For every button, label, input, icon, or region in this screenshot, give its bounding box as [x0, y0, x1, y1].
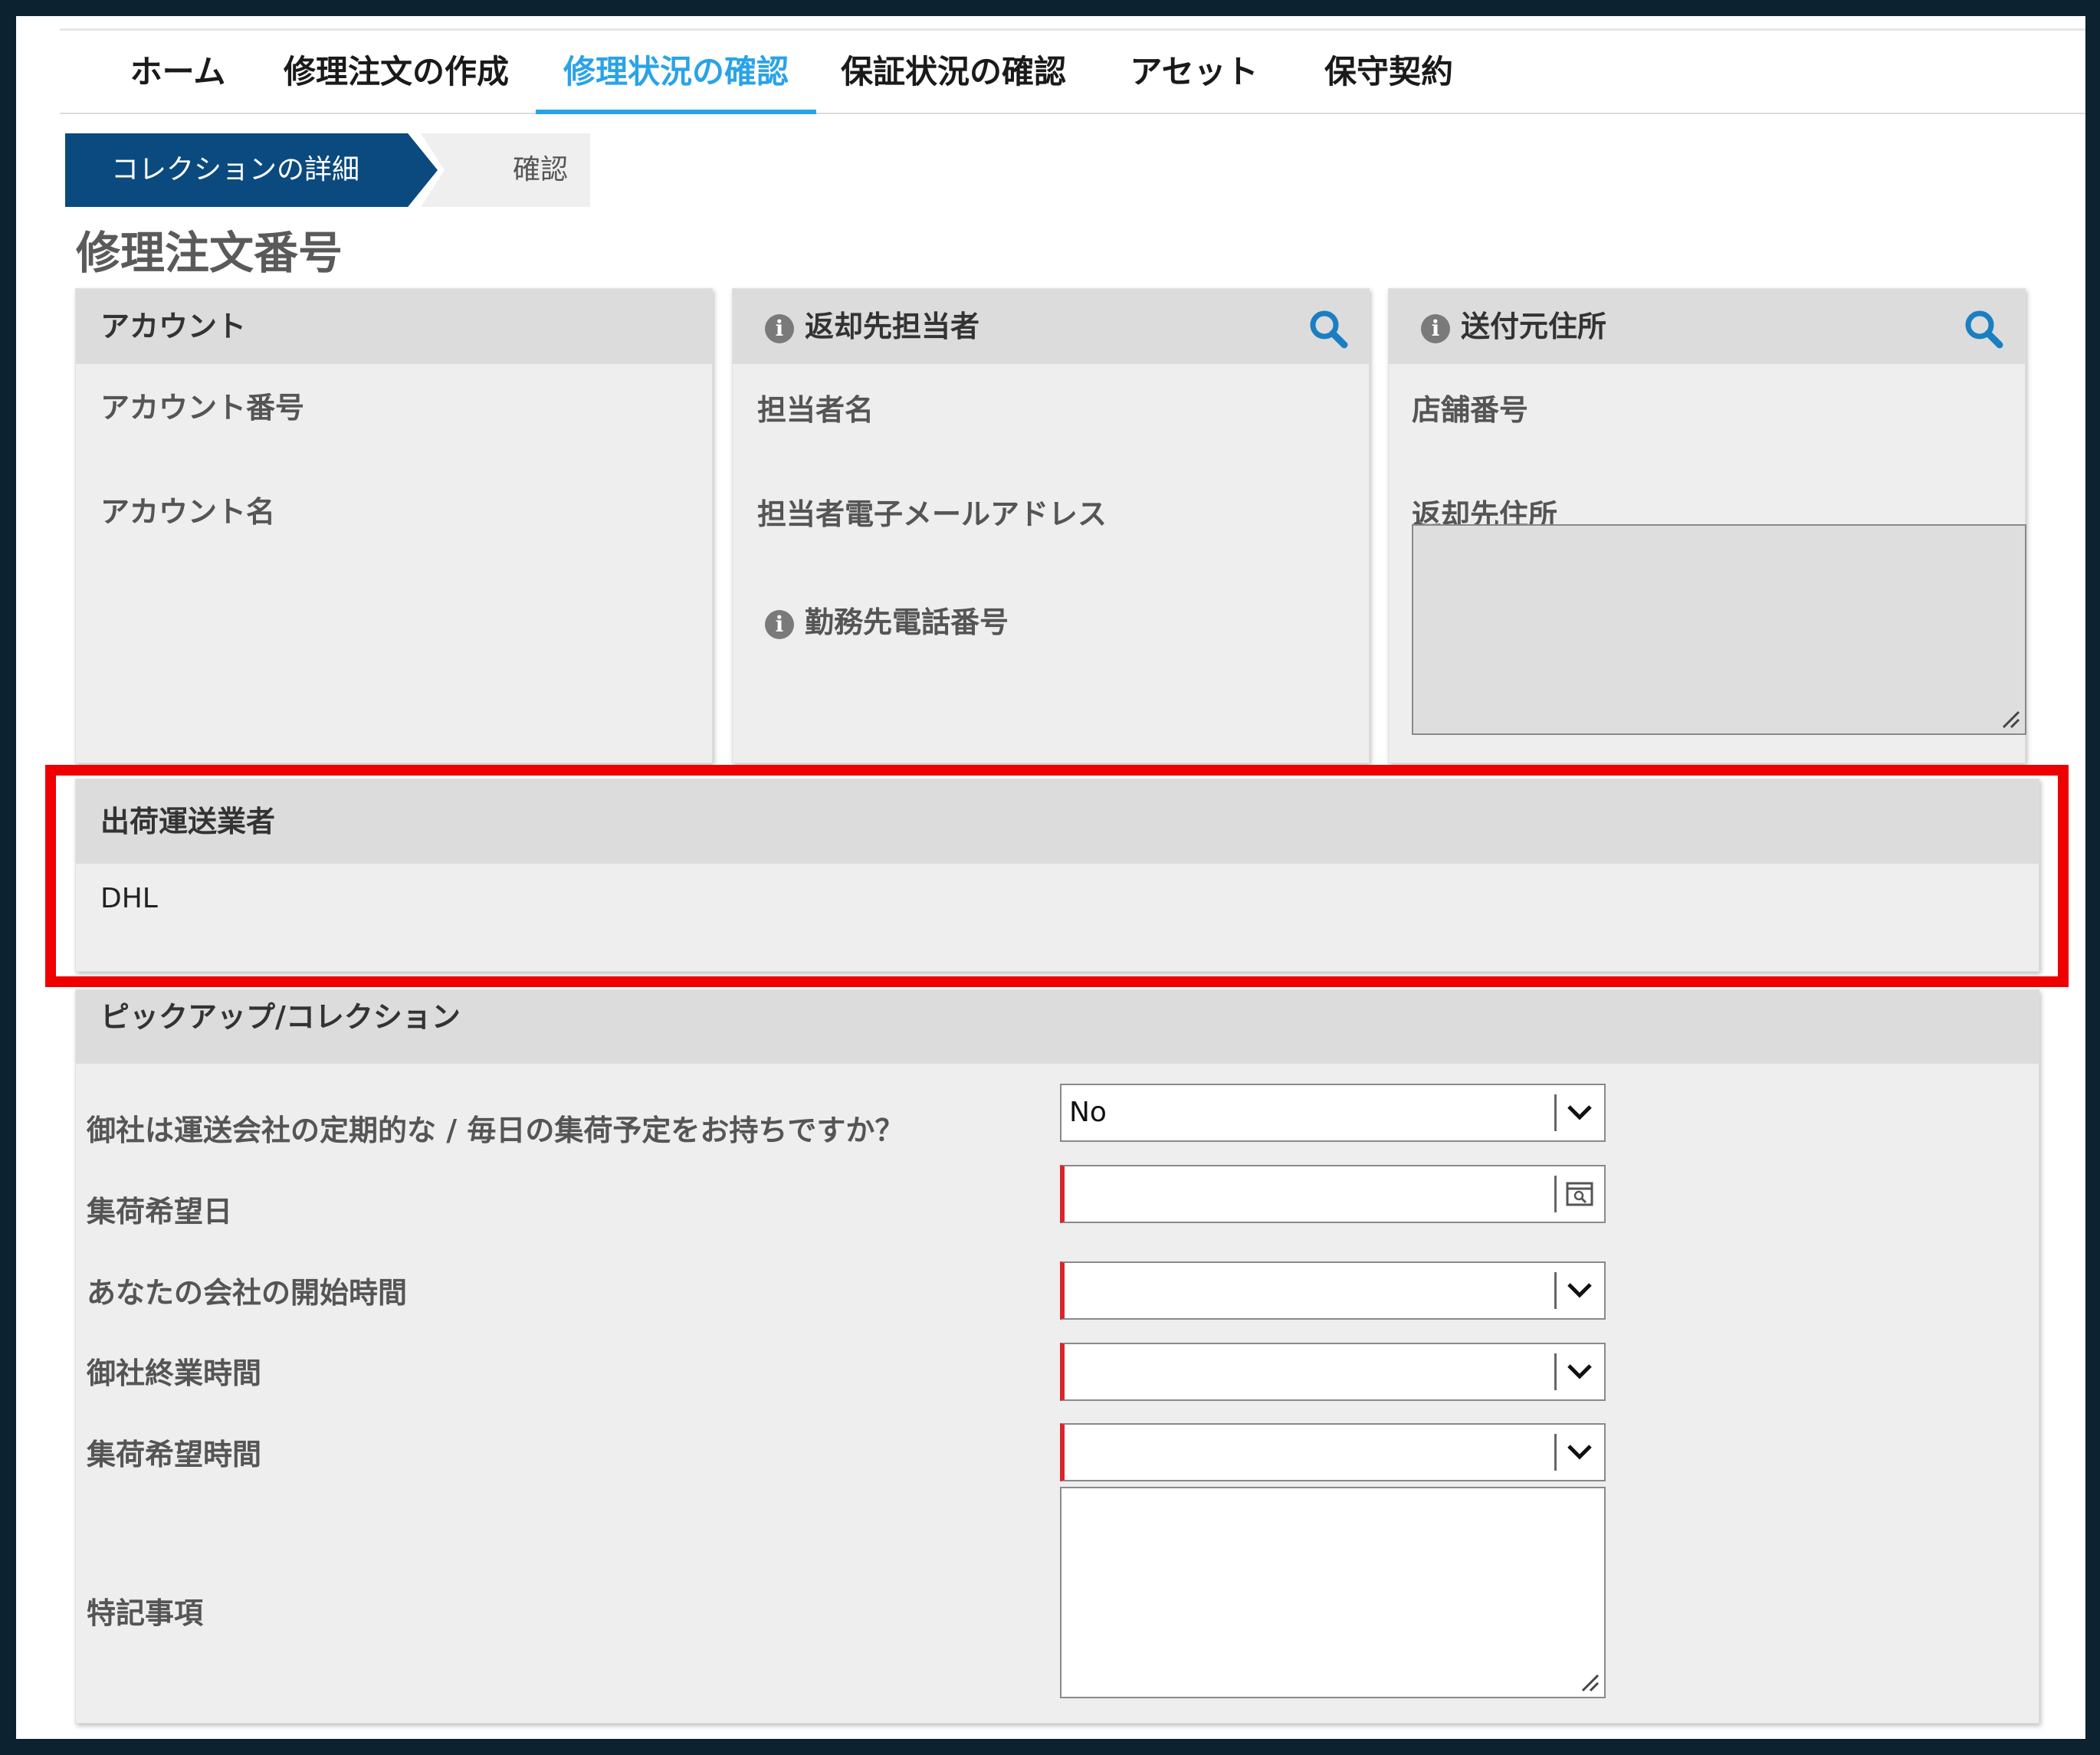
chevron-down-icon[interactable] — [1566, 1358, 1593, 1386]
highlight-box — [45, 765, 2069, 987]
pickup-date-label: 集荷希望日 — [87, 1195, 233, 1228]
main-nav: ホーム 修理注文の作成 修理状況の確認 保証状況の確認 アセット 保守契約 — [60, 31, 2085, 114]
chevron-down-icon[interactable] — [1566, 1277, 1593, 1304]
work-phone-label: i 勤務先電話番号 — [765, 599, 1009, 641]
close-time-select[interactable] — [1060, 1343, 1606, 1401]
select-separator — [1554, 1094, 1557, 1131]
account-card: アカウント アカウント番号 アカウント名 — [75, 288, 713, 763]
nav-warranty-status[interactable]: 保証状況の確認 — [823, 31, 1084, 114]
page-title: 修理注文番号 — [76, 227, 343, 279]
chevron-down-icon[interactable] — [1566, 1099, 1593, 1127]
nav-assets[interactable]: アセット — [1110, 31, 1278, 114]
search-icon[interactable] — [1962, 307, 2005, 350]
info-icon[interactable]: i — [765, 609, 794, 639]
scheduled-pickup-value: No — [1069, 1097, 1107, 1128]
nav-create-repair-order[interactable]: 修理注文の作成 — [262, 31, 530, 114]
contact-name-label: 担当者名 — [757, 393, 874, 427]
step-confirm: 確認 — [421, 133, 590, 207]
select-separator — [1554, 1353, 1557, 1390]
nav-maintenance-contract[interactable]: 保守契約 — [1297, 31, 1481, 114]
pickup-time-label: 集荷希望時間 — [87, 1438, 262, 1471]
step-collection-details: コレクションの詳細 — [65, 133, 438, 207]
account-number-label: アカウント番号 — [100, 391, 305, 425]
page: ホーム 修理注文の作成 修理状況の確認 保証状況の確認 アセット 保守契約 コレ… — [16, 16, 2085, 1739]
search-icon[interactable] — [1307, 307, 1350, 350]
return-contact-card-title: 返却先担当者 — [805, 310, 980, 343]
account-name-label: アカウント名 — [100, 495, 276, 529]
close-time-label: 御社終業時間 — [87, 1356, 262, 1390]
chevron-down-icon[interactable] — [1566, 1438, 1593, 1466]
return-address-textarea[interactable] — [1412, 524, 2026, 735]
info-icon[interactable]: i — [1421, 313, 1450, 343]
return-contact-card-header: i 返却先担当者 — [733, 289, 1369, 364]
pickup-card: ピックアップ/コレクション — [75, 989, 2039, 1724]
ship-from-card-header: i 送付元住所 — [1389, 289, 2025, 364]
pickup-card-title: ピックアップ/コレクション — [76, 990, 2039, 1064]
account-card-title: アカウント — [76, 289, 712, 364]
store-number-label: 店舗番号 — [1412, 393, 1529, 427]
notes-textarea[interactable] — [1060, 1487, 1606, 1698]
ship-from-card: i 送付元住所 店舗番号 返却先住所 — [1388, 288, 2026, 763]
scheduled-pickup-label: 御社は運送会社の定期的な / 毎日の集荷予定をお持ちですか？ — [87, 1114, 904, 1147]
info-icon[interactable]: i — [765, 313, 794, 343]
select-separator — [1554, 1434, 1557, 1471]
pickup-time-select[interactable] — [1060, 1423, 1606, 1481]
return-contact-card: i 返却先担当者 担当者名 担当者電子メールアドレス i 勤務先電話番号 — [732, 288, 1370, 763]
top-divider — [60, 28, 2085, 31]
pickup-date-input[interactable] — [1060, 1165, 1606, 1223]
notes-label: 特記事項 — [87, 1596, 204, 1630]
scheduled-pickup-select[interactable]: No — [1060, 1084, 1606, 1142]
open-time-select[interactable] — [1060, 1261, 1606, 1320]
select-separator — [1554, 1176, 1557, 1212]
calendar-icon[interactable] — [1566, 1180, 1593, 1206]
resize-handle-icon[interactable] — [2000, 709, 2020, 729]
ship-from-card-title: 送付元住所 — [1461, 310, 1607, 343]
work-phone-label-text: 勤務先電話番号 — [805, 605, 1009, 639]
nav-home[interactable]: ホーム — [109, 31, 247, 114]
nav-repair-status[interactable]: 修理状況の確認 — [536, 31, 816, 114]
contact-email-label: 担当者電子メールアドレス — [757, 497, 1107, 531]
resize-handle-icon[interactable] — [1580, 1672, 1600, 1692]
select-separator — [1554, 1272, 1557, 1309]
open-time-label: あなたの会社の開始時間 — [87, 1276, 408, 1310]
